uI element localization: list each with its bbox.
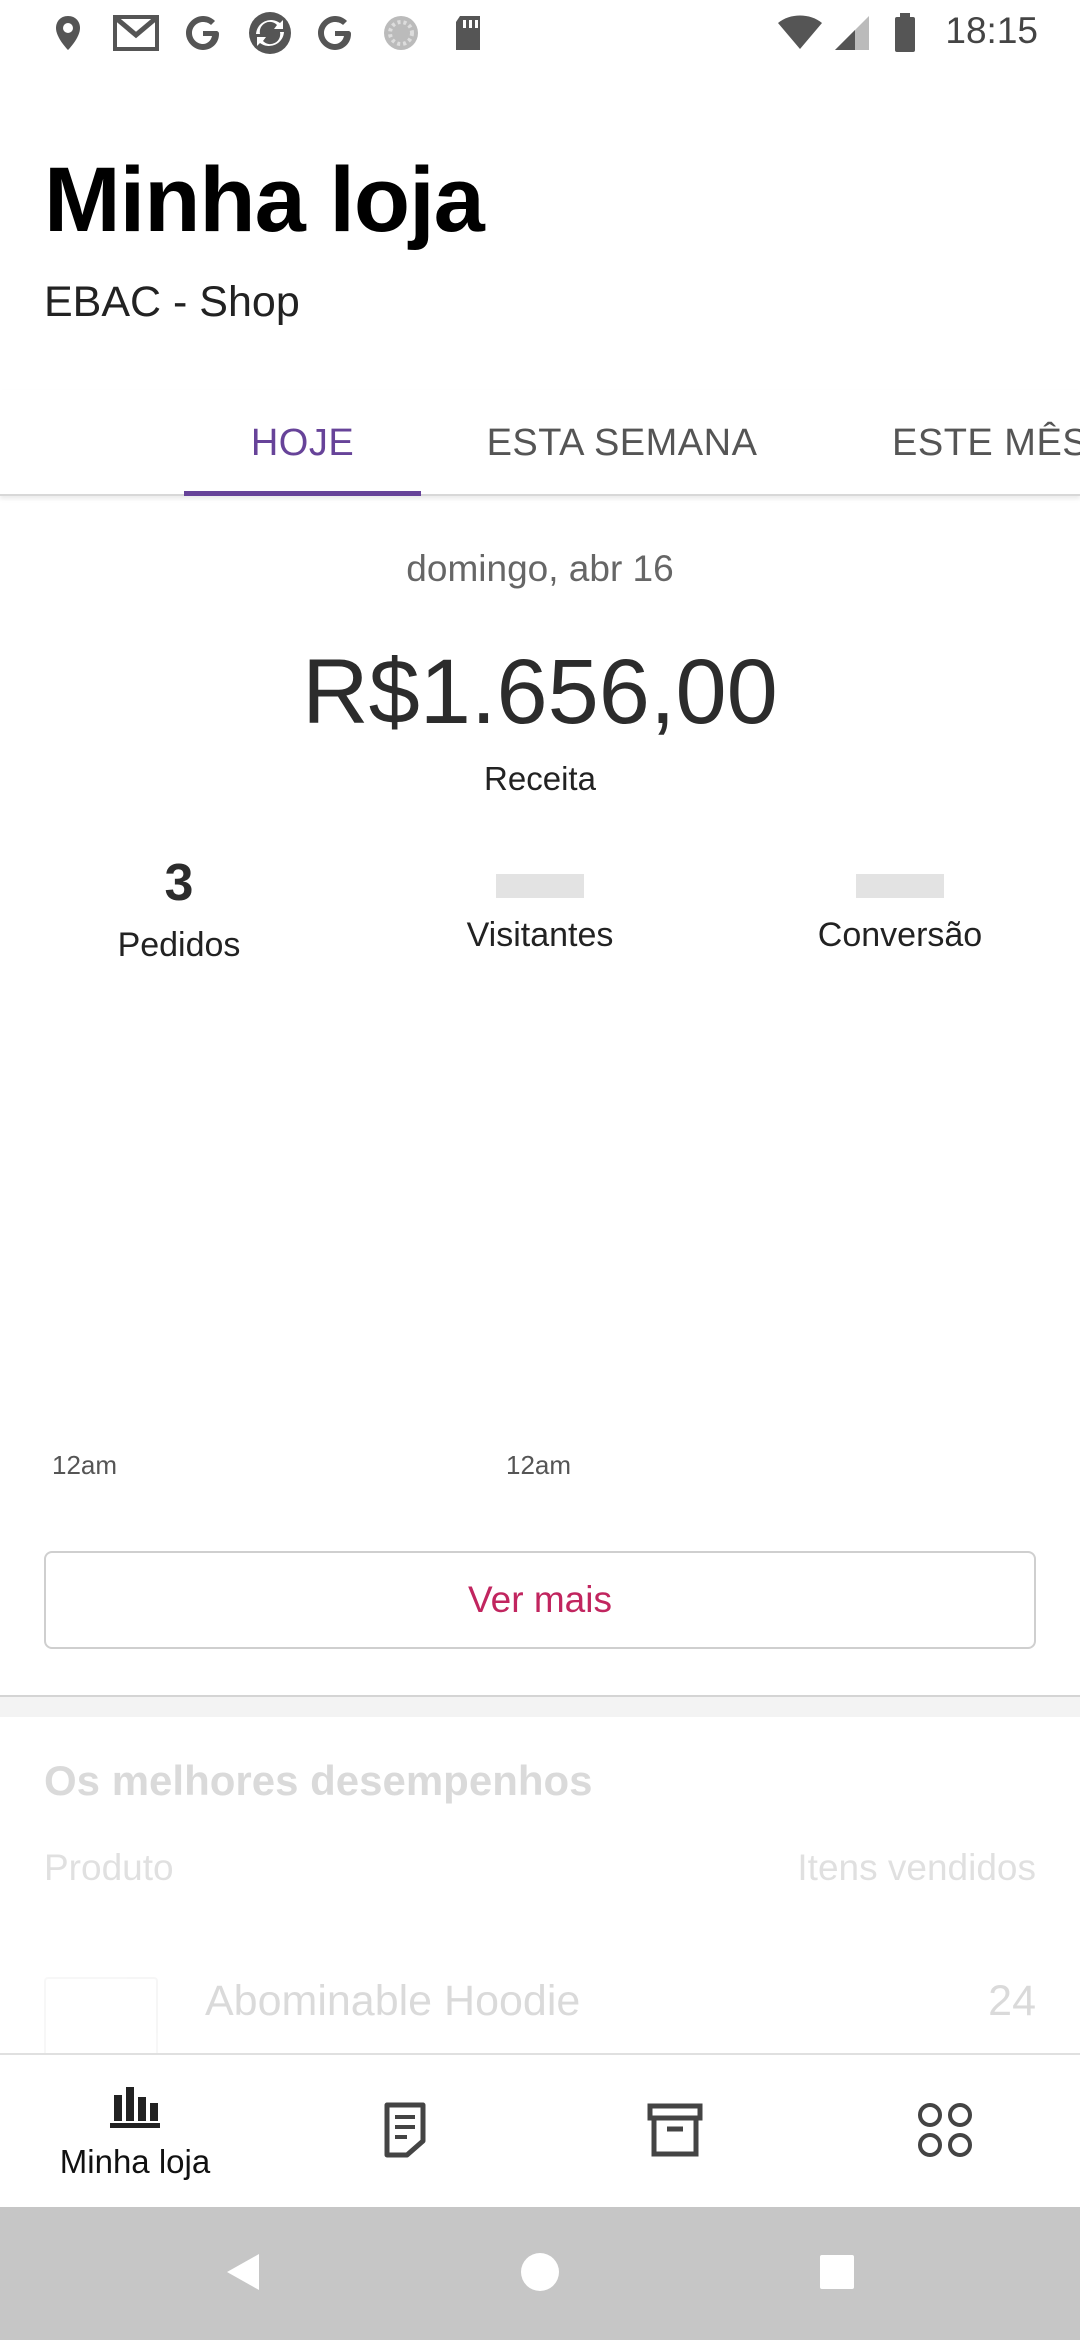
visitors-placeholder bbox=[496, 874, 584, 898]
system-navigation-bar bbox=[0, 2207, 1080, 2340]
home-button[interactable] bbox=[513, 2247, 567, 2301]
date-label: domingo, abr 16 bbox=[406, 548, 674, 589]
nav-my-store-label: Minha loja bbox=[59, 2143, 211, 2180]
visitors-label: Visitantes bbox=[466, 916, 614, 954]
status-bar: 18:15 bbox=[0, 0, 1080, 66]
section-divider bbox=[0, 1695, 1080, 1717]
revenue-value: R$1.656,00 bbox=[302, 641, 778, 743]
orders-label: Pedidos bbox=[117, 926, 241, 964]
nav-more[interactable] bbox=[810, 2055, 1080, 2209]
orders-icon bbox=[381, 2101, 429, 2163]
nav-orders[interactable] bbox=[270, 2055, 540, 2209]
wifi-icon bbox=[776, 14, 824, 52]
product-name: Abominable Hoodie bbox=[205, 1977, 581, 2025]
store-name: EBAC - Shop bbox=[44, 278, 300, 326]
tab-this-month[interactable]: ESTE MÊS bbox=[862, 390, 1080, 496]
bar-chart-icon bbox=[110, 2083, 160, 2133]
gmail-icon bbox=[112, 14, 160, 52]
recents-button[interactable] bbox=[810, 2247, 864, 2301]
clock: 18:15 bbox=[945, 10, 1038, 51]
conversion-placeholder bbox=[856, 874, 944, 898]
chart-x-label: 12am bbox=[506, 1450, 572, 1480]
back-button[interactable] bbox=[216, 2247, 270, 2301]
product-items-sold: 24 bbox=[988, 1977, 1036, 2025]
orders-count: 3 bbox=[164, 854, 194, 912]
top-performers-title: Os melhores desempenhos bbox=[44, 1757, 593, 1804]
more-apps-icon bbox=[917, 2102, 973, 2162]
loading-icon bbox=[380, 14, 422, 52]
sd-card-icon bbox=[450, 14, 486, 52]
tab-indicator bbox=[184, 491, 421, 496]
products-icon bbox=[647, 2103, 703, 2161]
metric-orders[interactable]: 3 Pedidos bbox=[29, 850, 329, 965]
nav-products[interactable] bbox=[540, 2055, 810, 2209]
see-more-button[interactable]: Ver mais bbox=[44, 1551, 1036, 1649]
revenue-label: Receita bbox=[484, 760, 596, 797]
chart-x-label: 12am bbox=[52, 1450, 118, 1480]
bottom-navigation: Minha loja bbox=[0, 2053, 1080, 2207]
nav-my-store[interactable]: Minha loja bbox=[0, 2055, 270, 2209]
google-icon bbox=[314, 14, 356, 52]
recents-square-icon bbox=[817, 2252, 857, 2296]
google-icon bbox=[182, 14, 224, 52]
page-title: Minha loja bbox=[44, 149, 485, 251]
tab-today[interactable]: HOJE bbox=[184, 390, 421, 496]
sync-app-icon bbox=[246, 12, 294, 54]
signal-icon bbox=[832, 14, 872, 52]
column-items-sold: Itens vendidos bbox=[797, 1847, 1036, 1888]
period-tabs: HOJE ESTA SEMANA ESTE MÊS bbox=[0, 390, 1080, 496]
metric-conversion[interactable]: Conversão bbox=[750, 850, 1050, 955]
column-product: Produto bbox=[44, 1847, 174, 1888]
top-performers-section: Os melhores desempenhos Produto Itens ve… bbox=[0, 1717, 1080, 2077]
metric-visitors[interactable]: Visitantes bbox=[390, 850, 690, 955]
location-icon bbox=[52, 14, 84, 52]
home-circle-icon bbox=[518, 2250, 562, 2298]
back-triangle-icon bbox=[223, 2250, 263, 2298]
conversion-label: Conversão bbox=[817, 916, 983, 954]
tab-this-week[interactable]: ESTA SEMANA bbox=[462, 390, 782, 496]
battery-icon bbox=[892, 13, 918, 52]
